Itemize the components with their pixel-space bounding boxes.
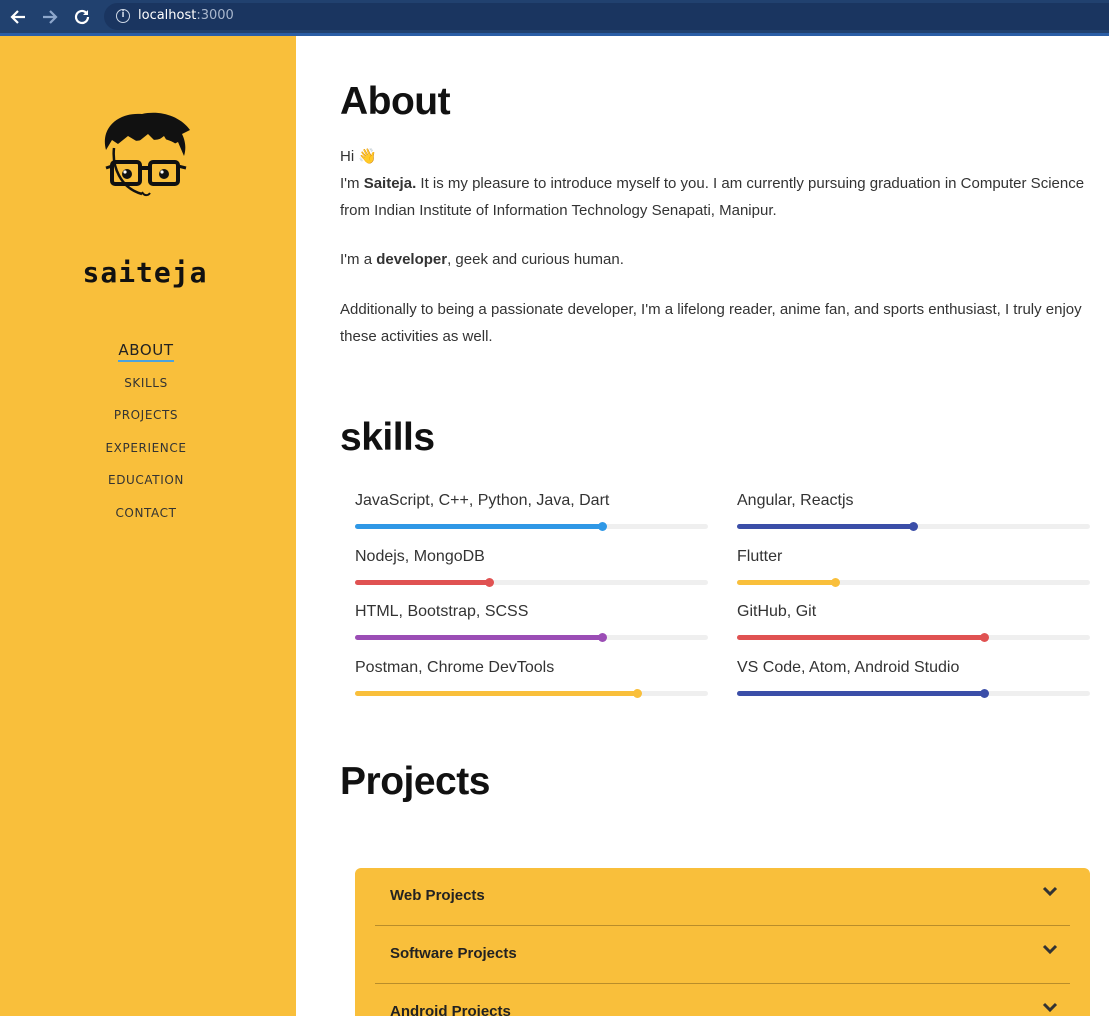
skill-label: HTML, Bootstrap, SCSS <box>355 603 529 621</box>
skill-progress-track <box>355 522 708 531</box>
skill-progress-handle <box>979 633 989 643</box>
skill-item: Postman, Chrome DevTools <box>355 659 708 699</box>
brand-logo-text: saiteja <box>82 256 208 289</box>
skill-progress-track <box>737 522 1090 531</box>
about-intro: Hi 👋 I'm Saiteja. It is my pleasure to i… <box>340 143 1100 224</box>
sidebar-item-skills[interactable]: SKILLS <box>0 367 292 400</box>
accordion-label: Android Projects <box>390 1003 511 1016</box>
reload-icon[interactable] <box>71 6 93 28</box>
sidebar-item-about[interactable]: ABOUT <box>0 334 292 367</box>
skill-item: JavaScript, C++, Python, Java, Dart <box>355 492 708 531</box>
skill-progress-fill <box>737 635 985 641</box>
chevron-down-icon[interactable] <box>1042 1001 1058 1013</box>
intro-text: I'm Saiteja. It is my pleasure to introd… <box>340 175 1085 219</box>
skill-progress-fill <box>355 691 638 697</box>
skill-progress-track <box>355 633 708 643</box>
skill-progress-fill <box>737 691 985 697</box>
skill-progress-fill <box>737 579 836 585</box>
sidebar-item-education[interactable]: EDUCATION <box>0 464 292 497</box>
greeting-text: Hi 👋 <box>340 148 378 165</box>
chevron-down-icon[interactable] <box>1042 943 1058 955</box>
info-icon[interactable]: i <box>116 9 130 23</box>
skill-item: VS Code, Atom, Android Studio <box>737 659 1090 699</box>
skill-label: Nodejs, MongoDB <box>355 547 485 565</box>
browser-toolbar: i localhost:3000 <box>0 0 1109 36</box>
skill-progress-fill <box>355 635 603 641</box>
projects-accordion: Web Projects Software Projects Android P… <box>355 868 1090 1016</box>
skill-progress-fill <box>355 579 490 585</box>
sidebar-nav: ABOUT SKILLS PROJECTS EXPERIENCE EDUCATI… <box>0 334 292 529</box>
skill-label: Postman, Chrome DevTools <box>355 659 555 677</box>
skill-label: GitHub, Git <box>737 603 817 621</box>
skill-progress-track <box>355 689 708 699</box>
sidebar-item-experience[interactable]: EXPERIENCE <box>0 432 292 465</box>
forward-arrow-icon[interactable] <box>39 6 61 28</box>
skill-progress-track <box>737 577 1090 587</box>
skills-heading: skills <box>340 416 435 459</box>
chevron-down-icon[interactable] <box>1042 885 1058 897</box>
about-heading: About <box>340 80 451 123</box>
accordion-label: Software Projects <box>390 945 517 962</box>
url-text: localhost:3000 <box>138 8 234 23</box>
accordion-software-projects[interactable]: Software Projects <box>375 926 1070 984</box>
accordion-web-projects[interactable]: Web Projects <box>375 868 1070 926</box>
back-arrow-icon[interactable] <box>7 6 29 28</box>
skill-progress-fill <box>355 524 603 529</box>
skill-item: GitHub, Git <box>737 603 1090 643</box>
address-bar[interactable]: i localhost:3000 <box>104 3 1109 30</box>
sidebar-item-contact[interactable]: CONTACT <box>0 497 292 530</box>
hobbies-text: Additionally to being a passionate devel… <box>340 301 1082 345</box>
skill-progress-handle <box>909 522 918 531</box>
avatar <box>98 108 194 200</box>
skill-label: Angular, Reactjs <box>737 492 854 509</box>
skill-progress-handle <box>979 689 989 699</box>
developer-text: I'm a developer, geek and curious human. <box>340 251 624 268</box>
skill-item: Angular, Reactjs <box>737 492 1090 531</box>
skill-item: HTML, Bootstrap, SCSS <box>355 603 708 643</box>
skill-progress-handle <box>597 633 607 643</box>
accordion-android-projects[interactable]: Android Projects <box>375 984 1070 1016</box>
skill-progress-track <box>737 633 1090 643</box>
skill-progress-handle <box>632 689 642 699</box>
skill-item: Nodejs, MongoDB <box>355 547 708 587</box>
skill-label: Flutter <box>737 547 783 565</box>
skill-progress-fill <box>737 524 914 529</box>
skill-progress-handle <box>831 577 841 587</box>
skill-progress-handle <box>484 577 494 587</box>
skill-progress-track <box>737 689 1090 699</box>
skill-item: Flutter <box>737 547 1090 587</box>
accordion-label: Web Projects <box>390 887 485 904</box>
projects-heading: Projects <box>340 760 490 803</box>
sidebar: saiteja ABOUT SKILLS PROJECTS EXPERIENCE… <box>0 36 296 1016</box>
skill-progress-track <box>355 577 708 587</box>
skill-label: JavaScript, C++, Python, Java, Dart <box>355 492 610 509</box>
skill-progress-handle <box>597 522 607 531</box>
sidebar-item-projects[interactable]: PROJECTS <box>0 399 292 432</box>
skill-label: VS Code, Atom, Android Studio <box>737 659 960 677</box>
